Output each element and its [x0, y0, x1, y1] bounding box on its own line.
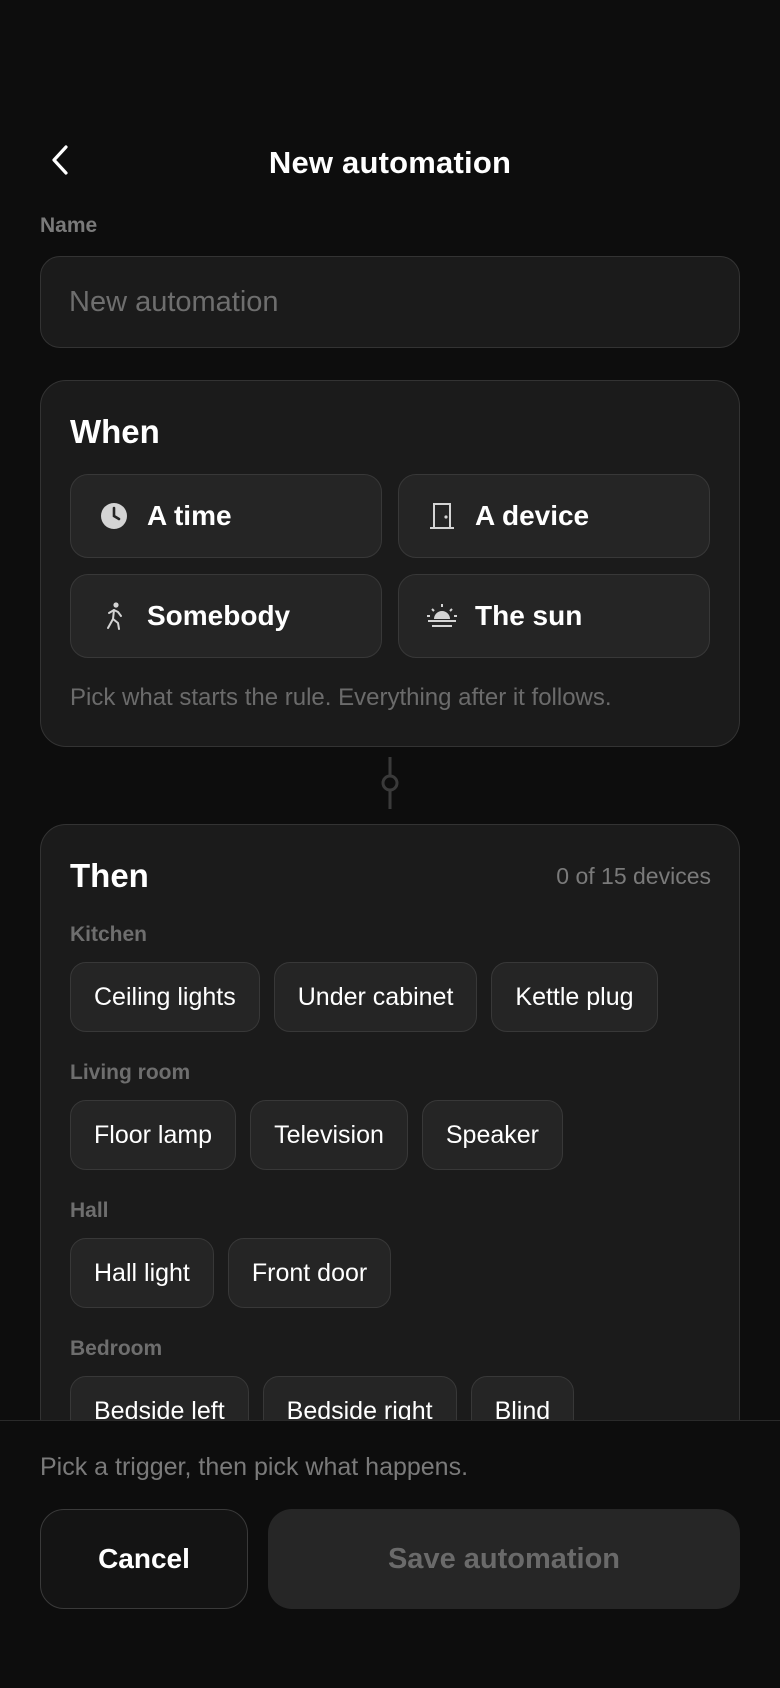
device-chip[interactable]: Ceiling lights — [70, 962, 260, 1032]
device-row-hall: Hall light Front door — [70, 1238, 392, 1308]
when-hint: Pick what starts the rule. Everything af… — [70, 684, 612, 711]
trigger-the-sun[interactable]: The sun — [398, 574, 710, 658]
sunrise-icon — [425, 599, 459, 633]
device-chip[interactable]: Floor lamp — [70, 1100, 237, 1170]
when-title: When — [70, 413, 160, 450]
when-card: When A time A device Somebody The sun Pi… — [40, 380, 740, 747]
trigger-label: Somebody — [147, 600, 291, 631]
save-automation-button[interactable]: Save automation — [268, 1509, 740, 1609]
room-label-living-room: Living room — [70, 1061, 191, 1084]
trigger-a-time[interactable]: A time — [70, 474, 382, 558]
device-chip[interactable]: Hall light — [70, 1238, 214, 1308]
room-label-hall: Hall — [70, 1199, 109, 1222]
name-label: Name — [40, 214, 98, 237]
flow-connector-icon — [381, 757, 399, 809]
name-input[interactable] — [40, 256, 740, 348]
cancel-button[interactable]: Cancel — [40, 1509, 248, 1609]
device-chip[interactable]: Front door — [227, 1238, 392, 1308]
device-chip[interactable]: Television — [250, 1100, 408, 1170]
trigger-label: The sun — [475, 600, 583, 631]
device-chip[interactable]: Kettle plug — [491, 962, 658, 1032]
trigger-label: A device — [475, 500, 590, 531]
room-label-kitchen: Kitchen — [70, 923, 148, 946]
then-title: Then — [70, 857, 149, 894]
clock-icon — [97, 499, 131, 533]
footer-bar: Pick a trigger, then pick what happens. … — [0, 1420, 780, 1688]
header: New automation — [0, 0, 780, 200]
page-title: New automation — [268, 145, 512, 180]
device-row-kitchen: Ceiling lights Under cabinet Kettle plug — [70, 962, 658, 1032]
person-walking-icon — [97, 599, 131, 633]
room-label-bedroom: Bedroom — [70, 1337, 163, 1360]
door-icon — [425, 499, 459, 533]
trigger-a-device[interactable]: A device — [398, 474, 710, 558]
trigger-label: A time — [147, 500, 232, 531]
then-card: Then 0 of 15 devices Kitchen Ceiling lig… — [40, 824, 740, 1444]
footer-hint: Pick a trigger, then pick what happens. — [40, 1453, 469, 1481]
device-row-living-room: Floor lamp Television Speaker — [70, 1100, 563, 1170]
device-chip[interactable]: Speaker — [421, 1100, 563, 1170]
device-count: 0 of 15 devices — [556, 863, 711, 889]
device-chip[interactable]: Under cabinet — [273, 962, 478, 1032]
trigger-somebody[interactable]: Somebody — [70, 574, 382, 658]
